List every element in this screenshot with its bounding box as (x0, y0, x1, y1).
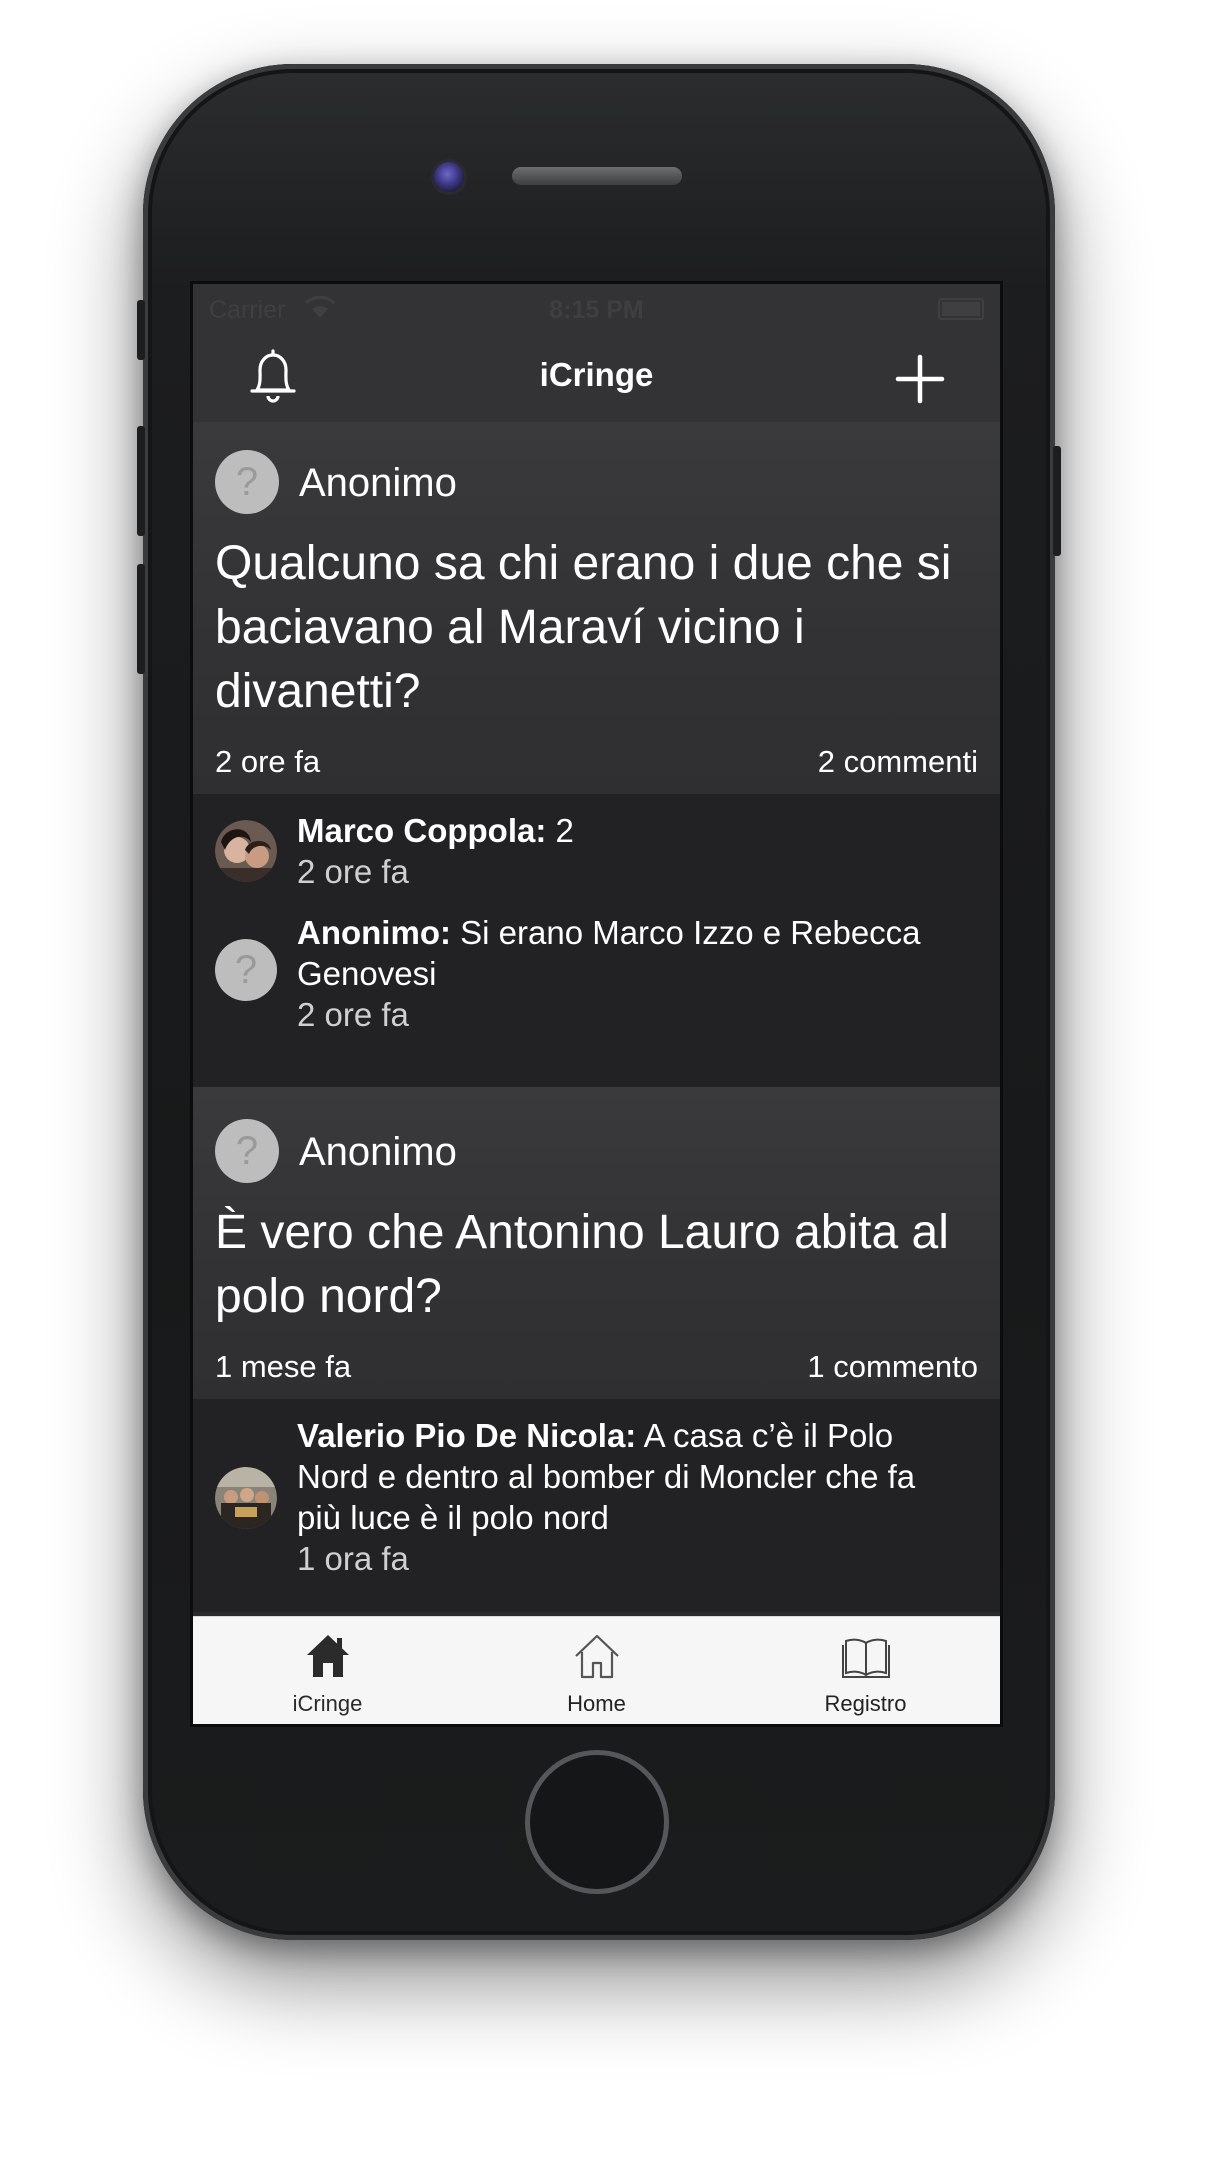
mute-switch (137, 300, 145, 360)
comment-time: 1 ora fa (297, 1540, 409, 1577)
post-time: 1 mese fa (215, 1349, 352, 1384)
comment-author: Anonimo: (297, 914, 451, 951)
comments-section: Valerio Pio De Nicola: A casa c’è il Pol… (193, 1399, 1000, 1612)
post-card[interactable]: ? Anonimo È vero che Antonino Lauro abit… (193, 1087, 1000, 1399)
comment-body: Marco Coppola: 2 2 ore fa (297, 810, 960, 892)
comment-time: 2 ore fa (297, 996, 409, 1033)
post-author: Anonimo (299, 461, 457, 505)
comment-author: Marco Coppola: (297, 812, 547, 849)
user-avatar (215, 1467, 277, 1529)
book-icon (842, 1638, 890, 1678)
home-outline-icon (575, 1634, 619, 1679)
volume-up-button (137, 426, 145, 536)
anonymous-avatar: ? (215, 450, 279, 514)
status-bar: Carrier 8:15 PM (193, 284, 1000, 334)
page-title: iCringe (539, 356, 654, 393)
navigation-bar: iCringe (193, 334, 1000, 422)
user-avatar (215, 820, 277, 882)
plus-icon[interactable] (893, 352, 947, 406)
power-button (1053, 446, 1061, 556)
comment-author: Valerio Pio De Nicola: (297, 1417, 637, 1454)
comment-item[interactable]: Valerio Pio De Nicola: A casa c’è il Pol… (193, 1399, 1000, 1599)
volume-down-button (137, 564, 145, 674)
post-text: Qualcuno sa chi erano i due che si bacia… (215, 537, 952, 718)
tab-label: Home (567, 1691, 626, 1716)
comment-item[interactable]: Marco Coppola: 2 2 ore fa (193, 794, 1000, 894)
comment-item[interactable]: ? Anonimo: Si erano Marco Izzo e Rebecca… (193, 914, 1000, 1054)
comment-time: 2 ore fa (297, 853, 409, 890)
comment-text: 2 (546, 812, 574, 849)
post-author: Anonimo (299, 1130, 457, 1174)
tab-bar: iCringe Home Registro (193, 1616, 1000, 1724)
comment-count[interactable]: 1 commento (807, 1349, 978, 1385)
tab-home[interactable]: Home (462, 1617, 731, 1724)
front-camera (434, 162, 464, 192)
battery-icon (938, 298, 984, 320)
post-header: ? Anonimo (193, 1087, 1000, 1183)
tab-registro[interactable]: Registro (731, 1617, 1000, 1724)
anonymous-avatar: ? (215, 939, 277, 1001)
tab-label: Registro (824, 1691, 907, 1716)
status-time: 8:15 PM (549, 296, 644, 324)
tab-label: iCringe (292, 1691, 363, 1716)
post-card[interactable]: ? Anonimo Qualcuno sa chi erano i due ch… (193, 422, 1000, 794)
tab-icringe[interactable]: iCringe (193, 1617, 462, 1724)
comment-body: Anonimo: Si erano Marco Izzo e Rebecca G… (297, 912, 960, 1035)
post-meta: 1 mese fa 1 commento (193, 1329, 1000, 1399)
post-time: 2 ore fa (215, 744, 321, 779)
app-screen: Carrier 8:15 PM iCringe ? Anonimo Qualcu (193, 284, 1000, 1724)
post-feed[interactable]: ? Anonimo Qualcuno sa chi erano i due ch… (193, 422, 1000, 1612)
anonymous-avatar: ? (215, 1119, 279, 1183)
post-meta: 2 ore fa 2 commenti (193, 724, 1000, 794)
home-filled-icon (307, 1635, 349, 1677)
home-button[interactable] (525, 1750, 669, 1894)
post-header: ? Anonimo (193, 422, 1000, 514)
comment-body: Valerio Pio De Nicola: A casa c’è il Pol… (297, 1415, 960, 1579)
earpiece-speaker (512, 167, 682, 185)
post-text: È vero che Antonino Lauro abita al polo … (215, 1206, 949, 1323)
comments-section: Marco Coppola: 2 2 ore fa ? Anonimo: Si … (193, 794, 1000, 1087)
comment-count[interactable]: 2 commenti (818, 744, 978, 780)
